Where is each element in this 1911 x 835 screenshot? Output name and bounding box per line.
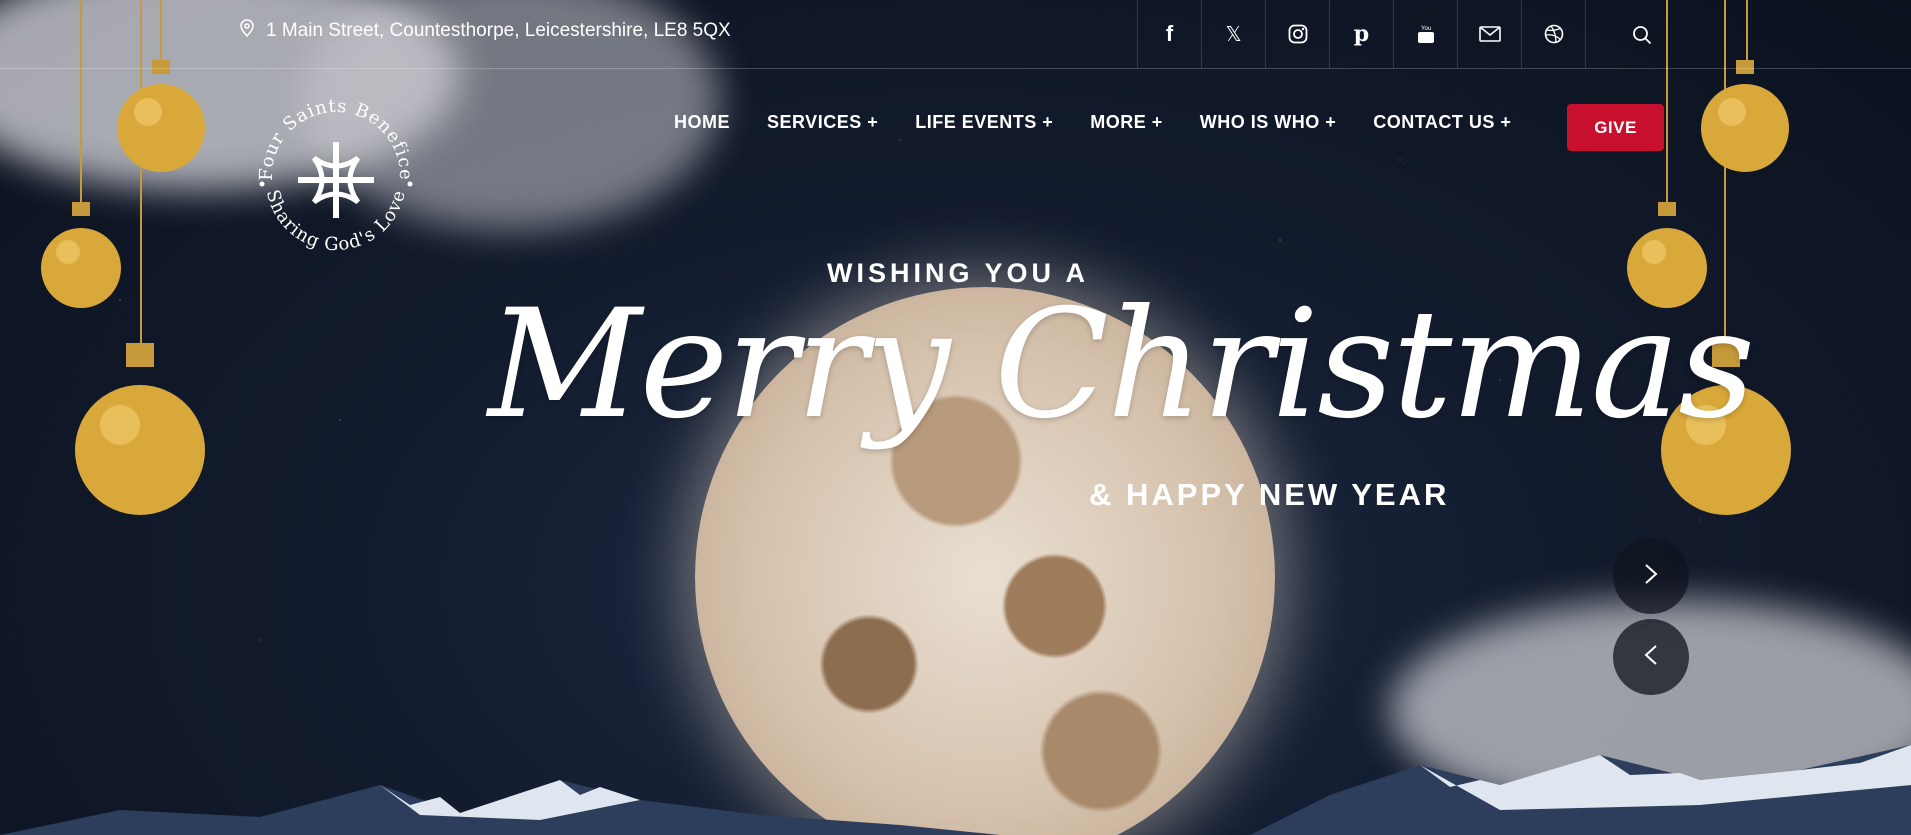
nav-life-events[interactable]: LIFE EVENTS + [915,112,1053,133]
x-twitter-icon[interactable]: 𝕏 [1202,0,1266,68]
nav-more[interactable]: MORE + [1090,112,1163,133]
nav-home[interactable]: HOME [674,112,730,133]
address-text: 1 Main Street, Countesthorpe, Leicesters… [266,20,731,41]
main-nav: HOME SERVICES + LIFE EVENTS + MORE + WHO… [674,112,1548,133]
slider-prev-button[interactable] [1613,619,1689,695]
snowy-mountains [0,745,1911,835]
site-logo[interactable]: Four Saints Benefice Sharing God's Love [252,92,420,260]
gold-ornament-icon [1700,60,1790,180]
nav-services[interactable]: SERVICES + [767,112,878,133]
gold-ornament-icon [74,343,206,523]
gold-ornament-icon [40,202,122,315]
svg-text:You: You [1421,26,1431,32]
hero-subline: & HAPPY NEW YEAR [1089,477,1450,512]
nav-contact-us[interactable]: CONTACT US + [1373,112,1511,133]
chevron-right-icon [1644,563,1658,590]
hero-headline: Merry Christmas [488,278,1755,452]
slider-next-button[interactable] [1613,538,1689,614]
chevron-left-icon [1644,644,1658,671]
pinterest-icon[interactable]: p [1330,0,1394,68]
map-pin-icon [240,19,254,43]
mail-icon[interactable] [1458,0,1522,68]
instagram-icon[interactable] [1266,0,1330,68]
dribbble-icon[interactable] [1522,0,1586,68]
facebook-icon[interactable]: f [1138,0,1202,68]
gold-ornament-icon [116,60,206,180]
top-bar: 1 Main Street, Countesthorpe, Leicesters… [0,0,1911,69]
search-icon[interactable] [1624,17,1660,53]
nav-who-is-who[interactable]: WHO IS WHO + [1200,112,1337,133]
give-button[interactable]: GIVE [1567,104,1664,151]
social-links: f 𝕏 p You [1137,0,1586,68]
address: 1 Main Street, Countesthorpe, Leicesters… [240,19,731,43]
youtube-icon[interactable]: You [1394,0,1458,68]
